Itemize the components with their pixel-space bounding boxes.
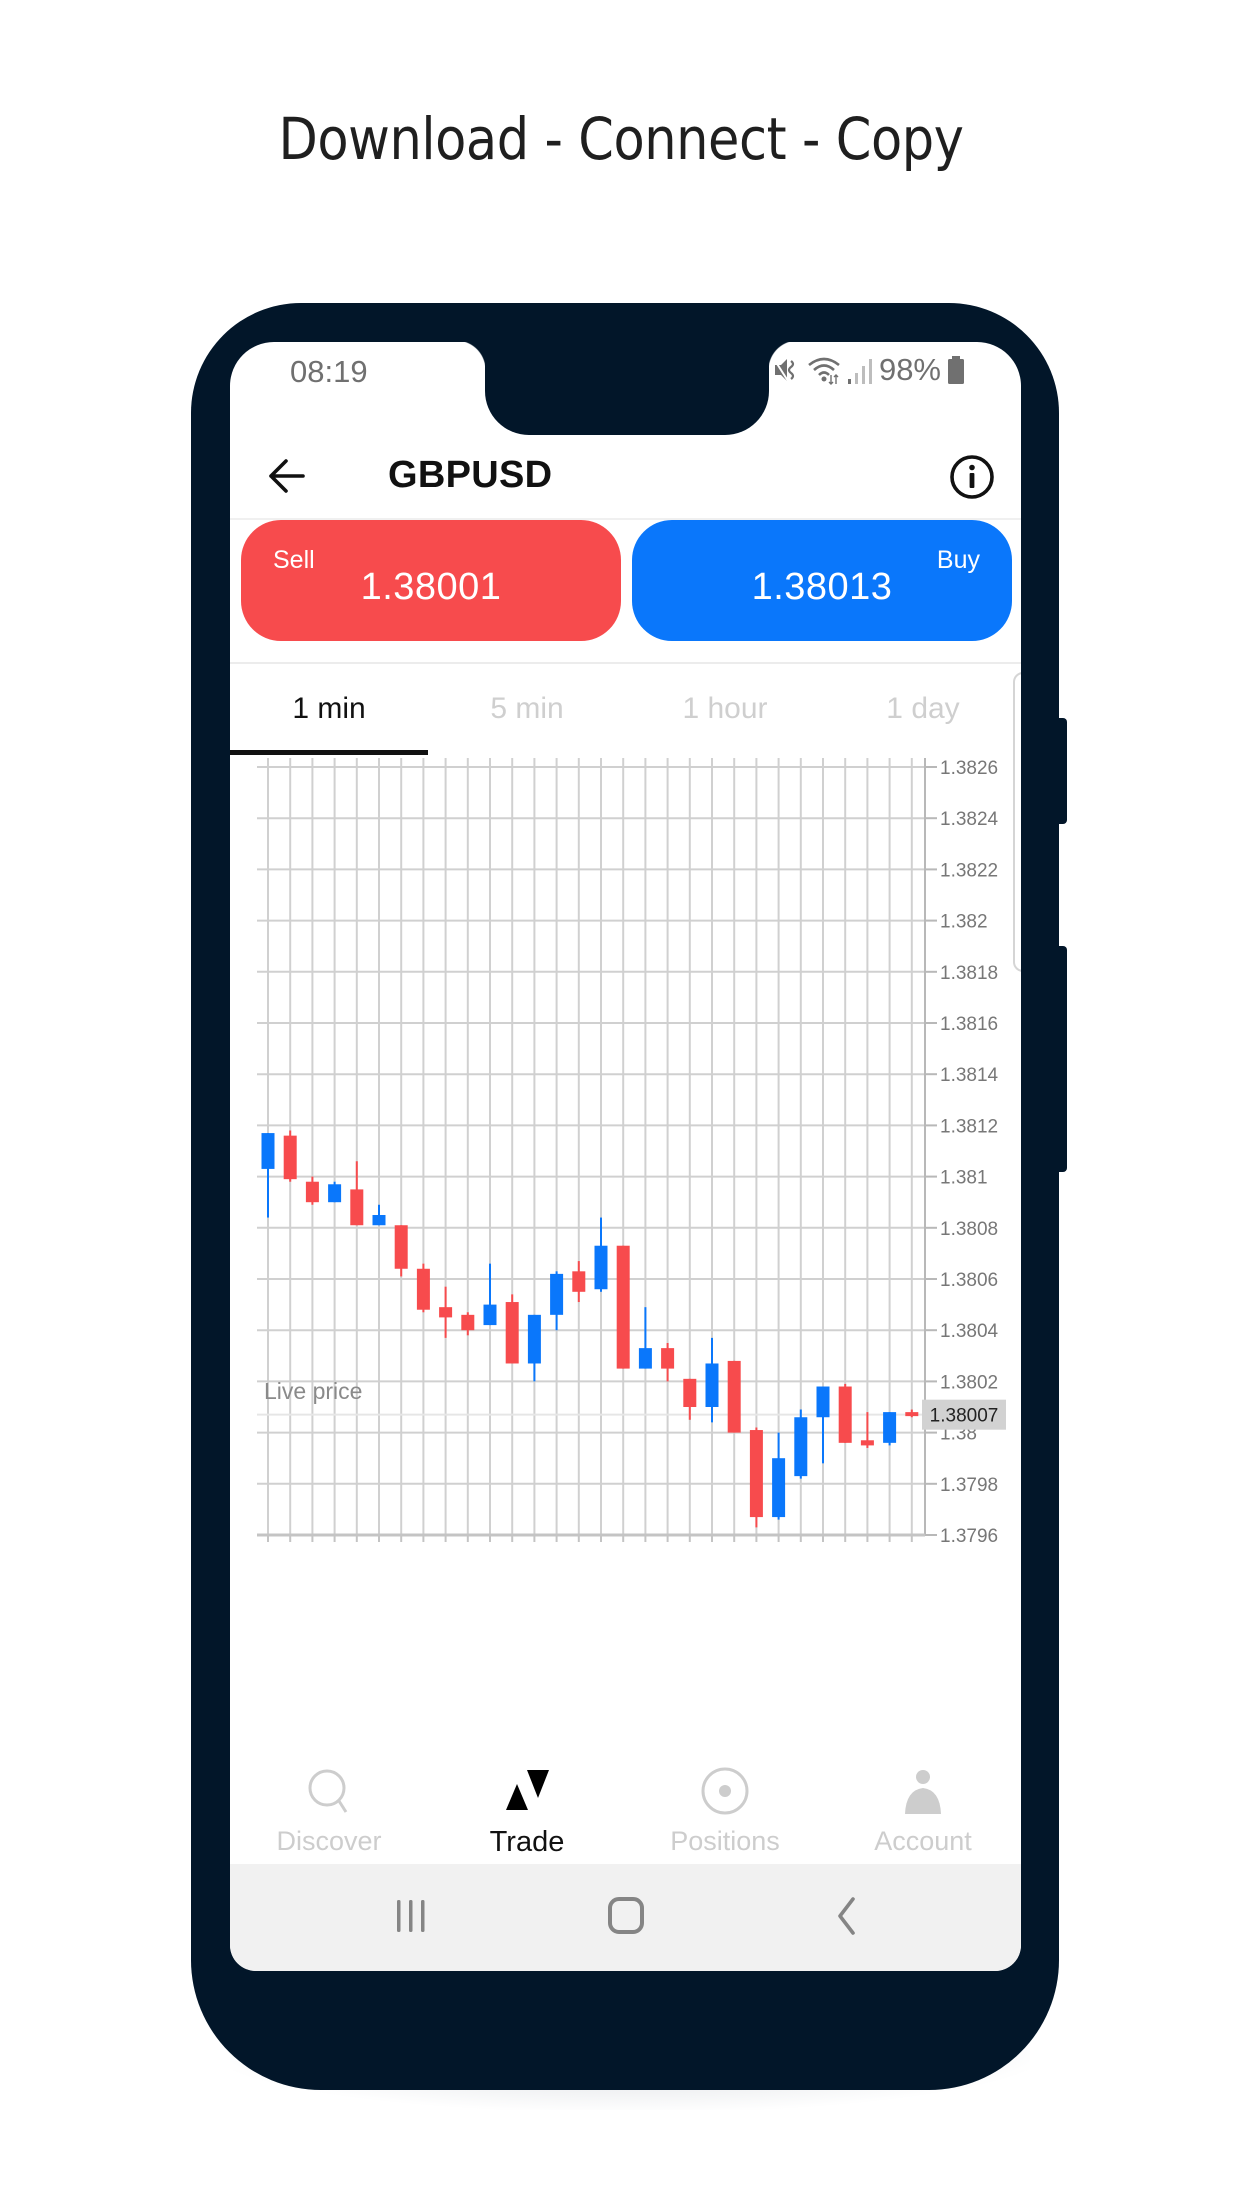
live-price-value: 1.38007 <box>930 1406 999 1427</box>
y-tick-label: 1.3814 <box>940 1065 999 1086</box>
nav-trade-label: Trade <box>489 1826 565 1858</box>
nav-account[interactable]: Account <box>824 1752 1021 1872</box>
buy-button[interactable]: Buy 1.38013 <box>632 520 1012 641</box>
candle-body <box>283 1135 297 1180</box>
timeframe-tabs: 1 min 5 min 1 hour 1 day <box>230 664 1021 755</box>
buy-price: 1.38013 <box>751 566 893 608</box>
candle-body <box>705 1363 719 1407</box>
candle-body <box>328 1184 342 1203</box>
y-tick-label: 1.3824 <box>940 809 999 830</box>
candle-body <box>772 1458 786 1518</box>
candle-body <box>439 1307 453 1318</box>
tab-5-min[interactable]: 5 min <box>428 664 626 754</box>
y-tick-label: 1.3808 <box>940 1219 998 1240</box>
battery-icon <box>948 356 964 384</box>
y-tick-label: 1.3802 <box>940 1372 998 1393</box>
candle-body <box>350 1189 364 1226</box>
candle-body <box>594 1245 608 1290</box>
candle-body <box>816 1386 830 1418</box>
candle-body <box>661 1348 675 1369</box>
y-tick-label: 1.3806 <box>940 1270 998 1291</box>
candle-body <box>394 1225 408 1269</box>
y-tick-label: 1.381 <box>940 1168 988 1189</box>
system-navigation-bar <box>230 1864 1021 1971</box>
page-title: GBPUSD <box>388 454 553 496</box>
back-chevron-icon[interactable] <box>817 1892 877 1940</box>
tab-1-hour[interactable]: 1 hour <box>626 664 824 754</box>
nav-trade[interactable]: Trade <box>428 1752 626 1872</box>
phone-power-button <box>1057 946 1067 1172</box>
wifi-icon <box>808 357 840 385</box>
tab-1-day[interactable]: 1 day <box>824 664 1021 754</box>
candle-body <box>905 1412 919 1417</box>
nav-discover-label: Discover <box>276 1826 382 1856</box>
target-circle-icon <box>701 1767 749 1815</box>
nav-account-label: Account <box>874 1826 972 1856</box>
y-tick-label: 1.3816 <box>940 1014 998 1035</box>
y-tick-label: 1.3804 <box>940 1321 999 1342</box>
y-tick-label: 1.382 <box>940 912 988 933</box>
sell-button[interactable]: Sell 1.38001 <box>241 520 621 641</box>
candle-body <box>794 1417 808 1477</box>
candle-body <box>838 1386 852 1443</box>
recent-apps-icon[interactable] <box>381 1892 441 1940</box>
candle-body <box>416 1268 430 1310</box>
status-icons: 98% <box>771 352 965 388</box>
candle-body <box>683 1378 697 1407</box>
headline: Download - Connect - Copy <box>278 105 964 173</box>
person-icon <box>905 1770 941 1814</box>
arrow-left-icon[interactable] <box>266 456 306 496</box>
candle-body <box>572 1271 586 1292</box>
y-tick-label: 1.3818 <box>940 963 998 984</box>
tab-1-min[interactable]: 1 min <box>230 664 428 754</box>
y-tick-label: 1.3796 <box>940 1526 998 1542</box>
home-icon[interactable] <box>596 1892 656 1940</box>
info-circle-icon[interactable] <box>949 454 995 500</box>
signal-icon <box>847 359 872 384</box>
candle-body <box>483 1304 497 1326</box>
candle-body <box>550 1273 564 1315</box>
status-time: 08:19 <box>290 354 368 389</box>
scroll-handle[interactable] <box>1013 672 1021 972</box>
candle-body <box>616 1245 630 1369</box>
sell-price: 1.38001 <box>360 566 502 608</box>
candle-body <box>749 1430 763 1518</box>
candle-body <box>372 1215 386 1226</box>
phone-volume-button <box>1057 718 1067 824</box>
candle-body <box>261 1133 275 1169</box>
y-tick-label: 1.3812 <box>940 1116 998 1137</box>
trade-triangles-icon <box>506 1770 549 1810</box>
y-tick-label: 1.3826 <box>940 758 998 779</box>
active-tab-indicator <box>230 750 428 755</box>
live-price-label: Live price <box>264 1378 363 1404</box>
candle-body <box>505 1302 519 1364</box>
nav-discover[interactable]: Discover <box>230 1752 428 1872</box>
search-icon <box>308 1769 348 1813</box>
candle-body <box>860 1440 874 1446</box>
nav-positions-label: Positions <box>670 1826 780 1856</box>
candle-body <box>638 1348 652 1369</box>
y-tick-label: 1.3798 <box>940 1475 998 1496</box>
phone-screen: 08:19 98% GBPUSD Sell 1.38001 Buy 1.3801… <box>230 342 1021 1971</box>
candle-body <box>461 1314 475 1331</box>
candle-body <box>883 1412 897 1443</box>
battery-percent: 98% <box>878 352 941 387</box>
candle-body <box>727 1360 741 1433</box>
app-bar: GBPUSD <box>230 422 1021 522</box>
candle-body <box>305 1181 319 1203</box>
bottom-nav: Discover Trade Positions Account <box>230 1752 1021 1872</box>
y-tick-label: 1.38 <box>940 1424 977 1445</box>
nav-positions[interactable]: Positions <box>626 1752 824 1872</box>
candle-body <box>527 1314 541 1364</box>
live-price-tag <box>922 1399 1006 1430</box>
y-tick-label: 1.3822 <box>940 860 998 881</box>
